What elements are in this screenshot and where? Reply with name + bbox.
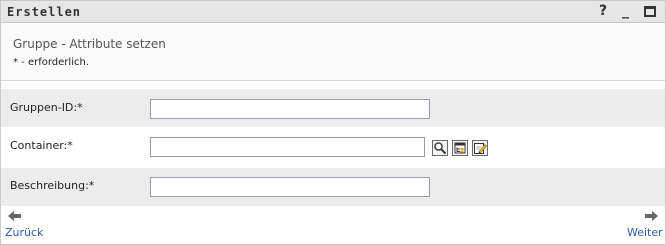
- page-subtitle: Gruppe - Attribute setzen: [13, 37, 166, 51]
- back-label[interactable]: Zurück: [5, 226, 43, 239]
- help-icon[interactable]: ?: [599, 3, 607, 19]
- group-id-label: Gruppen-ID:*: [10, 101, 83, 114]
- container-row: Container:*: [1, 128, 665, 168]
- arrow-right-icon[interactable]: [643, 209, 659, 223]
- window-title: Erstellen: [7, 5, 82, 19]
- required-note: * - erforderlich.: [13, 57, 89, 68]
- maximize-icon[interactable]: [644, 6, 656, 17]
- minimize-icon[interactable]: _: [622, 3, 629, 19]
- form-header: Gruppe - Attribute setzen * - erforderli…: [1, 24, 665, 81]
- description-row: Beschreibung:*: [1, 168, 665, 206]
- group-id-row: Gruppen-ID:*: [1, 89, 665, 127]
- magnifier-icon[interactable]: [432, 140, 448, 156]
- description-input[interactable]: [150, 177, 430, 197]
- title-bar: Erstellen ? _: [1, 1, 665, 23]
- next-label[interactable]: Weiter: [627, 226, 663, 239]
- group-id-input[interactable]: [150, 99, 430, 119]
- object-browser-icon[interactable]: [452, 140, 468, 156]
- arrow-left-icon[interactable]: [7, 209, 23, 223]
- edit-pencil-icon[interactable]: [472, 140, 488, 156]
- container-label: Container:*: [10, 139, 73, 152]
- create-group-portlet: Erstellen ? _ Gruppe - Attribute setzen …: [0, 0, 666, 245]
- container-input[interactable]: [150, 137, 425, 157]
- description-label: Beschreibung:*: [10, 179, 95, 192]
